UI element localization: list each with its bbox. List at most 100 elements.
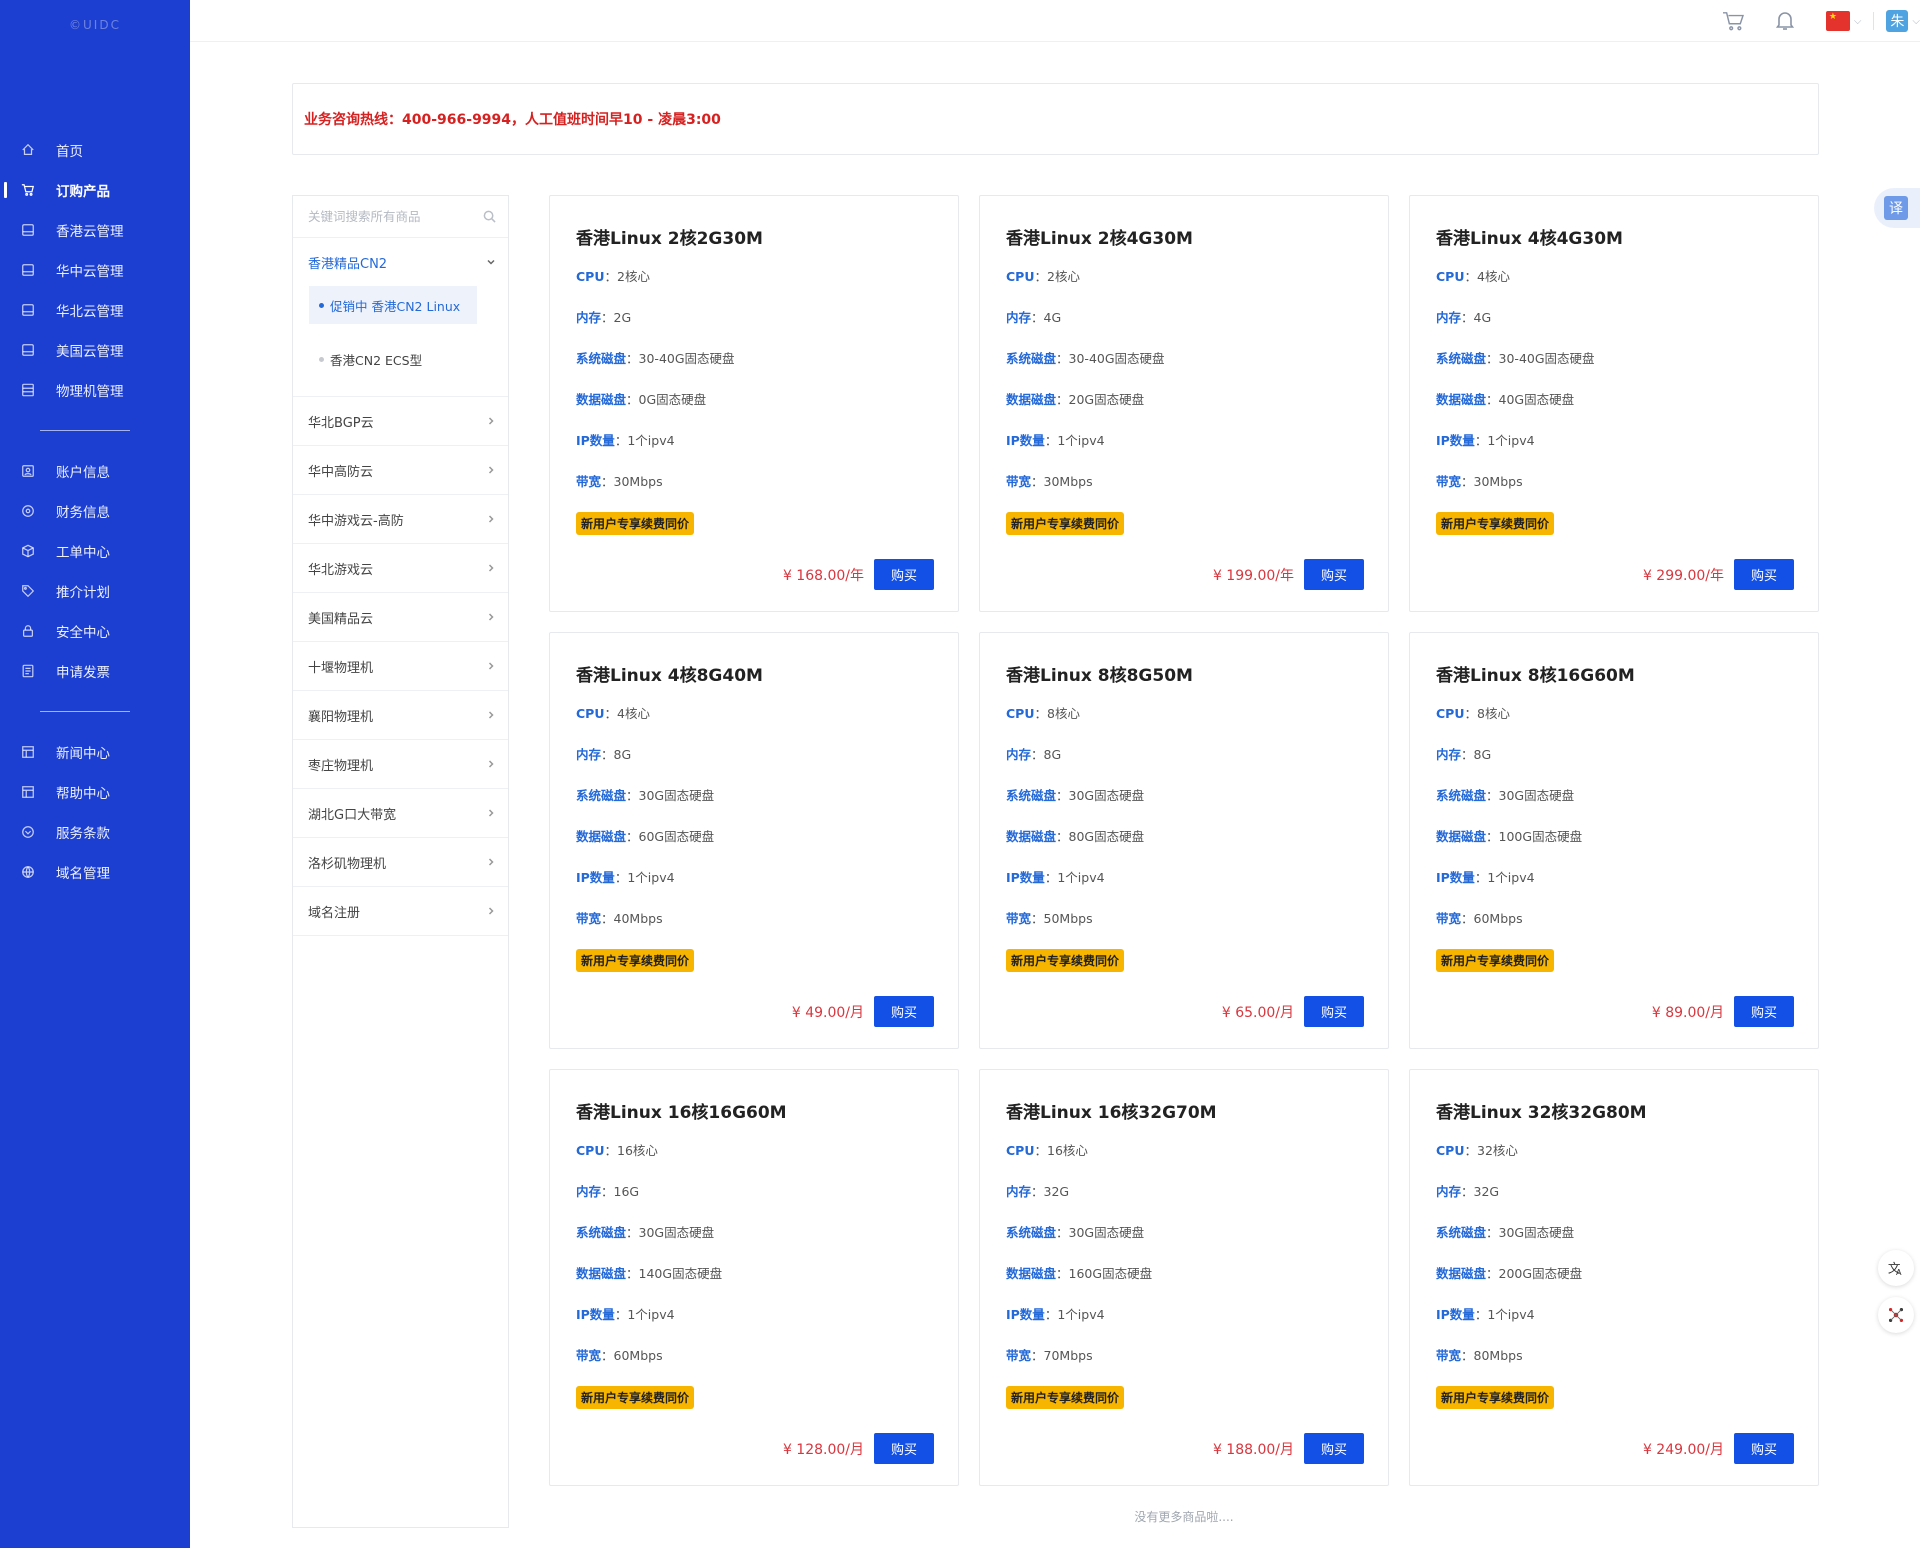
buy-button[interactable]: 购买 [1304,996,1364,1027]
buy-button[interactable]: 购买 [1304,559,1364,590]
spec-value: 8G [613,747,632,762]
sidebar-item-news[interactable]: 新闻中心 [0,732,190,772]
sidebar-item-rack[interactable]: 物理机管理 [0,370,190,410]
spec-separator: ： [601,911,614,926]
buy-button[interactable]: 购买 [1734,559,1794,590]
category-row[interactable]: 华中高防云 [293,446,508,495]
spec-data-disk: 数据磁盘：40G固态硬盘 [1436,389,1574,408]
user-menu[interactable]: 朱 ⌵ [1886,10,1920,32]
spec-value: 20G固态硬盘 [1068,392,1145,407]
sidebar-item-home[interactable]: 首页 [0,130,190,170]
translate-widget[interactable]: 译 [1874,188,1920,228]
category-row[interactable]: 湖北G口大带宽 [293,789,508,838]
chevron-right-icon [488,417,494,425]
hotline-notice: 业务咨询热线：400-966-9994，人工值班时间早10 - 凌晨3:00 [292,83,1819,155]
category-label: 襄阳物理机 [308,709,374,725]
server-icon [20,222,36,238]
buy-button[interactable]: 购买 [1734,996,1794,1027]
category-row[interactable]: 域名注册 [293,887,508,936]
sidebar-item-server[interactable]: 香港云管理 [0,210,190,250]
sidebar-item-user[interactable]: 账户信息 [0,451,190,491]
category-row[interactable]: 美国精品云 [293,593,508,642]
spec-sys-disk: 系统磁盘：30-40G固态硬盘 [1436,348,1595,367]
category-row[interactable]: 襄阳物理机 [293,691,508,740]
spec-ip: IP数量：1个ipv4 [1436,867,1535,886]
spec-ip: IP数量：1个ipv4 [576,430,675,449]
spec-value: 30G固态硬盘 [638,1225,715,1240]
spec-sys-disk: 系统磁盘：30G固态硬盘 [576,1222,714,1241]
spec-separator: ： [1464,706,1478,721]
spec-value: 4G [1473,310,1492,325]
spec-cpu: CPU：16核心 [576,1140,658,1159]
spec-label: CPU [1436,706,1465,721]
category-row[interactable]: 洛杉矶物理机 [293,838,508,887]
language-selector[interactable]: ⌵ [1825,11,1861,31]
buy-button[interactable]: 购买 [874,1433,934,1464]
no-more-products: 没有更多商品啦.... [1134,1510,1234,1524]
sidebar-item-lock[interactable]: 安全中心 [0,611,190,651]
category-row[interactable]: 枣庄物理机 [293,740,508,789]
search-icon[interactable] [483,210,496,223]
sidebar-item-label: 服务条款 [56,826,110,842]
bell-icon[interactable] [1775,11,1794,31]
promo-badge: 新用户专享续费同价 [576,512,695,535]
sidebar-item-label: 美国云管理 [56,344,124,360]
spec-cpu: CPU：8核心 [1436,703,1510,722]
sidebar-item-box[interactable]: 工单中心 [0,531,190,571]
spec-value: 1个ipv4 [627,433,675,448]
subcategory-hk-cn2-linux[interactable]: 促销中 香港CN2 Linux [309,286,477,324]
category-label: 洛杉矶物理机 [308,856,387,872]
sidebar-item-label: 香港云管理 [56,224,124,240]
search-input[interactable] [308,209,468,224]
category-group-hk-cn2[interactable]: 香港精品CN2 [293,238,508,286]
spec-label: 内存 [576,310,602,325]
sidebar-item-server[interactable]: 华中云管理 [0,250,190,290]
spec-mem: 内存：32G [1436,1181,1499,1200]
language-tool-icon[interactable]: 文A [1878,1250,1914,1286]
spec-separator: ： [1486,392,1499,407]
spec-label: 数据磁盘 [576,1266,627,1281]
category-row[interactable]: 十堰物理机 [293,642,508,691]
spec-separator: ： [601,747,614,762]
sidebar-item-cart[interactable]: 订购产品 [0,170,190,210]
cart-icon[interactable] [1722,11,1744,31]
spec-label: IP数量 [1006,1307,1045,1322]
spec-label: 带宽 [1436,474,1462,489]
buy-button[interactable]: 购买 [1734,1433,1794,1464]
category-row[interactable]: 华中游戏云-高防 [293,495,508,544]
promo-badge: 新用户专享续费同价 [576,949,695,972]
help-icon [20,784,36,800]
category-row[interactable]: 华北游戏云 [293,544,508,593]
sidebar-item-tag[interactable]: 推介计划 [0,571,190,611]
product-card: 香港Linux 16核16G60M CPU：16核心 内存：16G 系统磁盘：30G固… [549,1069,959,1486]
spec-value: 30Mbps [1043,474,1093,489]
sidebar-item-server[interactable]: 美国云管理 [0,330,190,370]
spec-label: CPU [1006,269,1035,284]
sidebar-item-terms[interactable]: 服务条款 [0,812,190,852]
sidebar-item-help[interactable]: 帮助中心 [0,772,190,812]
spec-separator: ： [1056,1225,1069,1240]
promo-badge: 新用户专享续费同价 [1006,512,1125,535]
sidebar-item-globe[interactable]: 域名管理 [0,852,190,892]
category-row[interactable]: 华北BGP云 [293,397,508,446]
spec-value: 2核心 [617,269,650,284]
spec-label: 带宽 [576,474,602,489]
category-panel: 香港精品CN2 促销中 香港CN2 Linux 香港CN2 ECS型 华北BGP… [292,195,509,1528]
sidebar-item-invoice[interactable]: 申请发票 [0,651,190,691]
divider [1873,12,1875,30]
sidebar-item-server[interactable]: 华北云管理 [0,290,190,330]
sidebar-item-finance[interactable]: 财务信息 [0,491,190,531]
price: ¥ 128.00/月 [782,1442,864,1458]
spec-separator: ： [1464,269,1478,284]
buy-button[interactable]: 购买 [874,996,934,1027]
buy-button[interactable]: 购买 [1304,1433,1364,1464]
spec-value: 40G固态硬盘 [1498,392,1575,407]
spec-value: 4G [1043,310,1062,325]
spec-label: 内存 [1436,1184,1462,1199]
network-tool-icon[interactable] [1878,1297,1914,1333]
spec-cpu: CPU：2核心 [576,266,650,285]
subcategory-hk-cn2-ecs[interactable]: 香港CN2 ECS型 [309,340,508,378]
spec-value: 50Mbps [1043,911,1093,926]
spec-value: 1个ipv4 [1057,433,1105,448]
buy-button[interactable]: 购买 [874,559,934,590]
